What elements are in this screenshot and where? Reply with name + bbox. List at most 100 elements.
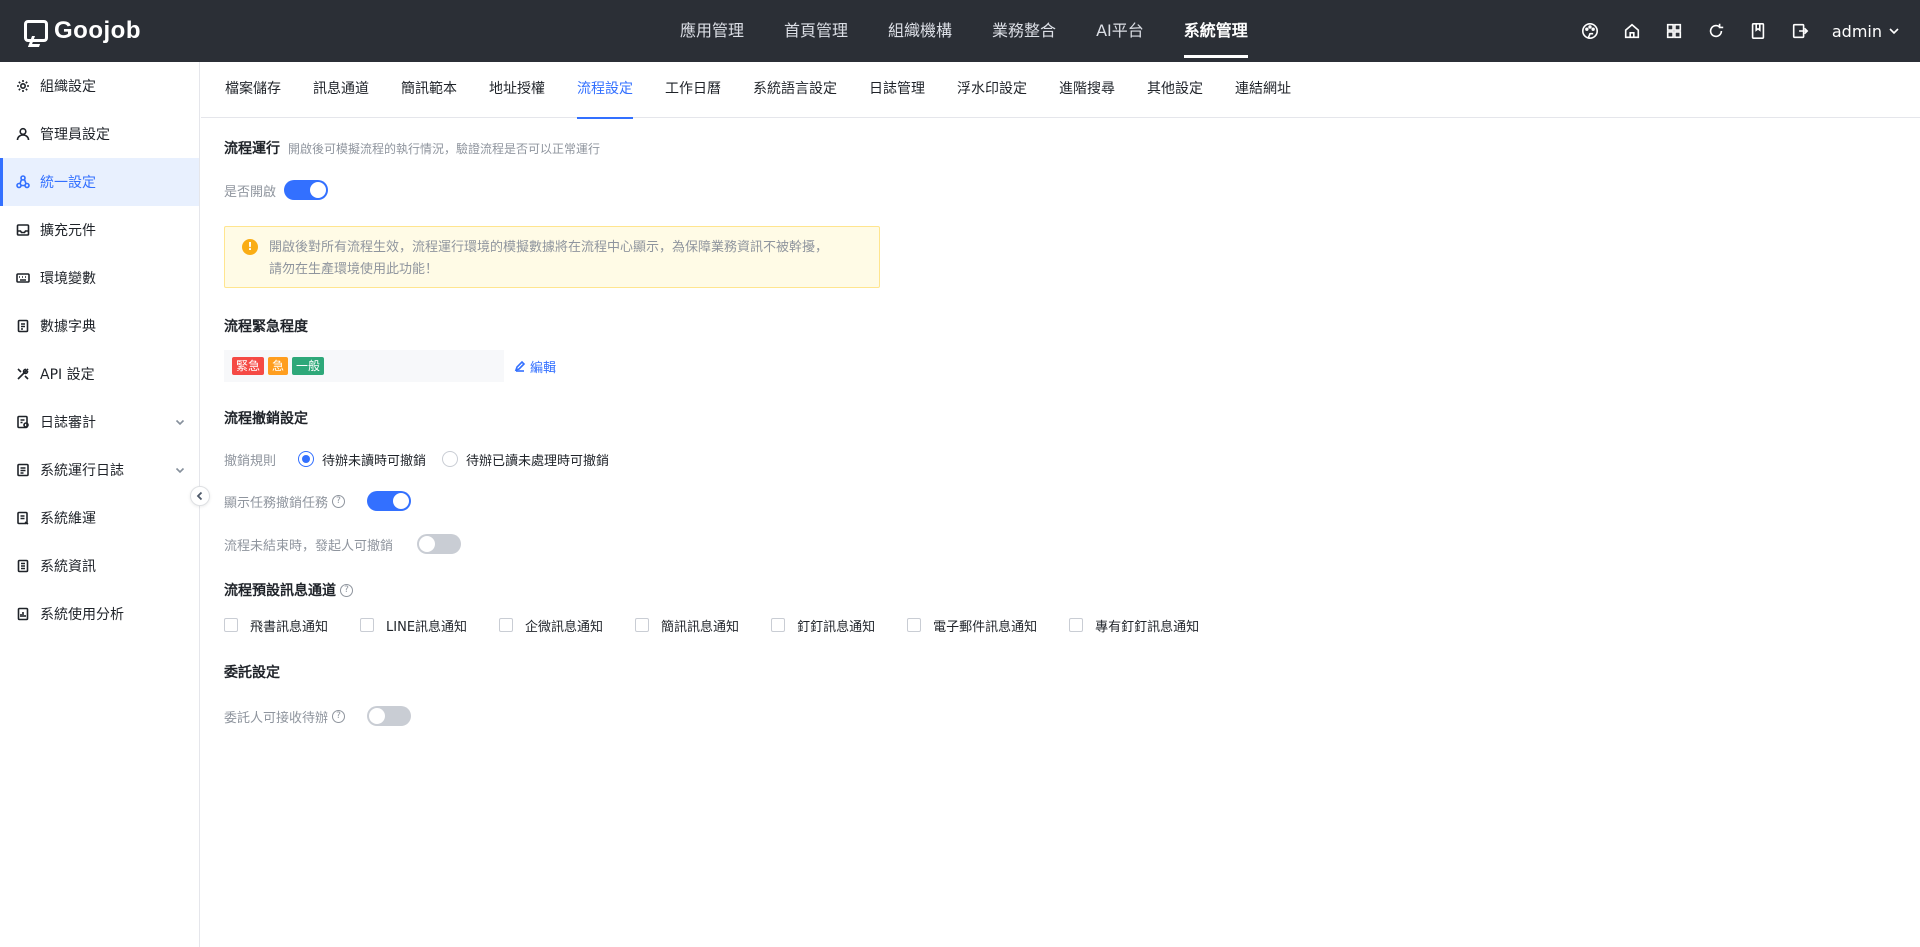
tab-sms-template[interactable]: 簡訊範本 bbox=[401, 62, 457, 118]
sidebar-item-system-runtime-log[interactable]: 系統運行日誌 bbox=[0, 446, 199, 494]
topnav-item-app-management[interactable]: 應用管理 bbox=[660, 0, 764, 62]
channel-dedicated-dingtalk[interactable]: 專有釘釘訊息通知 bbox=[1069, 616, 1199, 635]
section-title: 流程運行 bbox=[224, 141, 280, 157]
log-icon bbox=[16, 463, 30, 477]
tab-work-calendar[interactable]: 工作日曆 bbox=[665, 62, 721, 118]
sidebar-collapse-button[interactable] bbox=[190, 486, 210, 506]
initiator-revoke-row: 流程未結束時，發起人可撤銷 bbox=[224, 534, 462, 554]
grid-icon[interactable] bbox=[1664, 21, 1684, 41]
checkbox[interactable] bbox=[224, 618, 238, 632]
sidebar-item-system-maintenance[interactable]: 系統維運 bbox=[0, 494, 199, 542]
checkbox[interactable] bbox=[771, 618, 786, 632]
channel-line[interactable]: LINE訊息通知 bbox=[360, 616, 467, 635]
urgency-tag-urgent: 緊急 bbox=[232, 357, 265, 375]
tab-message-channel[interactable]: 訊息通道 bbox=[313, 62, 369, 118]
sidebar-item-label: 擴充元件 bbox=[40, 223, 96, 239]
home-icon[interactable] bbox=[1622, 21, 1642, 41]
tab-advanced-search[interactable]: 進階搜尋 bbox=[1059, 62, 1115, 118]
tab-file-storage[interactable]: 檔案儲存 bbox=[225, 62, 281, 118]
sidebar-item-environment-variables[interactable]: 環境變數 bbox=[0, 254, 199, 302]
tab-workflow-settings[interactable]: 流程設定 bbox=[577, 62, 633, 119]
show-task-label: 顯示任務撤銷任務 bbox=[224, 495, 329, 511]
document-icon bbox=[16, 319, 30, 333]
sidebar-item-label: 環境變數 bbox=[40, 271, 96, 287]
channels-title: 流程預設訊息通道 bbox=[224, 583, 336, 599]
delegate-receive-toggle[interactable] bbox=[367, 706, 412, 726]
chevron-left-icon bbox=[196, 491, 203, 501]
initiator-revoke-toggle[interactable] bbox=[417, 534, 462, 554]
revoke-option-read-unprocessed[interactable]: 待辦已讀未處理時可撤銷 bbox=[442, 450, 609, 469]
sidebar-item-label: 系統使用分析 bbox=[40, 607, 124, 623]
show-revoke-task-toggle[interactable] bbox=[367, 491, 412, 511]
checkbox[interactable] bbox=[1069, 618, 1084, 632]
topnav-item-system-management[interactable]: 系統管理 bbox=[1164, 0, 1268, 62]
edit-icon bbox=[514, 360, 526, 372]
sidebar-item-data-dictionary[interactable]: 數據字典 bbox=[0, 302, 199, 350]
channel-wecom[interactable]: 企微訊息通知 bbox=[499, 616, 603, 635]
channel-dingtalk[interactable]: 釘釘訊息通知 bbox=[771, 616, 875, 635]
sidebar-item-organization-settings[interactable]: 組織設定 bbox=[0, 62, 199, 110]
channels-heading: 流程預設訊息通道 ? bbox=[224, 580, 353, 600]
audit-icon bbox=[16, 415, 30, 429]
checkbox-label: 飛書訊息通知 bbox=[250, 619, 329, 635]
book-icon[interactable] bbox=[1748, 21, 1768, 41]
tab-log-management[interactable]: 日誌管理 bbox=[869, 62, 925, 118]
sidebar-item-label: API 設定 bbox=[40, 367, 95, 383]
sidebar-item-usage-analysis[interactable]: 系統使用分析 bbox=[0, 590, 199, 638]
warning-text-line-1: 開啟後對所有流程生效，流程運行環境的模擬數據將在流程中心顯示，為保障業務資訊不被… bbox=[269, 240, 829, 255]
revoke-rule-label: 撤銷規則 bbox=[224, 453, 277, 469]
help-icon[interactable]: ? bbox=[340, 583, 353, 597]
topnav-item-business-integration[interactable]: 業務整合 bbox=[972, 0, 1076, 62]
flow-run-toggle[interactable] bbox=[284, 180, 329, 200]
radio-label: 待辦已讀未處理時可撤銷 bbox=[466, 453, 610, 469]
checkbox-label: 釘釘訊息通知 bbox=[797, 619, 876, 635]
checkbox[interactable] bbox=[499, 618, 514, 632]
urgency-edit-button[interactable]: 編輯 bbox=[514, 357, 556, 376]
sidebar-item-api-settings[interactable]: API 設定 bbox=[0, 350, 199, 398]
tab-language-settings[interactable]: 系統語言設定 bbox=[753, 62, 837, 118]
sidebar-item-admin-settings[interactable]: 管理員設定 bbox=[0, 110, 199, 158]
chevron-down-icon[interactable] bbox=[175, 415, 185, 426]
checkbox[interactable] bbox=[360, 618, 375, 632]
channel-email[interactable]: 電子郵件訊息通知 bbox=[907, 616, 1037, 635]
radio-checked[interactable] bbox=[298, 451, 315, 467]
sidebar-item-label: 管理員設定 bbox=[40, 127, 110, 143]
checkbox-label: 專有釘釘訊息通知 bbox=[1095, 619, 1200, 635]
topnav-item-homepage-management[interactable]: 首頁管理 bbox=[764, 0, 868, 62]
checkbox[interactable] bbox=[635, 618, 650, 632]
revoke-title: 流程撤銷設定 bbox=[224, 411, 308, 427]
tab-other-settings[interactable]: 其他設定 bbox=[1147, 62, 1203, 118]
sidebar-item-log-audit[interactable]: 日誌審計 bbox=[0, 398, 199, 446]
delegate-receive-label: 委託人可接收待辦 bbox=[224, 710, 329, 726]
revoke-option-unread[interactable]: 待辦未讀時可撤銷 bbox=[298, 450, 426, 469]
checkbox[interactable] bbox=[907, 618, 922, 632]
tab-address-authorization[interactable]: 地址授權 bbox=[489, 62, 545, 118]
tab-link-urls[interactable]: 連結網址 bbox=[1235, 62, 1291, 118]
logo[interactable]: Goojob bbox=[24, 16, 141, 46]
urgency-row: 緊急 急 一般 編輯 bbox=[224, 350, 556, 382]
refresh-icon[interactable] bbox=[1706, 21, 1726, 41]
urgency-tags: 緊急 急 一般 bbox=[224, 350, 504, 382]
export-icon[interactable] bbox=[1790, 21, 1810, 41]
chevron-down-icon[interactable] bbox=[175, 463, 185, 474]
radio-unchecked[interactable] bbox=[442, 451, 459, 467]
topnav-item-ai-platform[interactable]: AI平台 bbox=[1076, 0, 1164, 62]
palette-icon[interactable] bbox=[1580, 21, 1600, 41]
help-icon[interactable]: ? bbox=[332, 494, 346, 508]
topnav-item-organization[interactable]: 組織機構 bbox=[868, 0, 972, 62]
user-menu[interactable]: admin bbox=[1832, 22, 1900, 41]
channel-feishu[interactable]: 飛書訊息通知 bbox=[224, 616, 328, 635]
channel-sms[interactable]: 簡訊訊息通知 bbox=[635, 616, 739, 635]
tools-icon bbox=[16, 367, 30, 381]
tab-watermark-settings[interactable]: 浮水印設定 bbox=[957, 62, 1027, 118]
checkbox-label: 電子郵件訊息通知 bbox=[933, 619, 1038, 635]
info-doc-icon bbox=[16, 559, 30, 573]
keyboard-icon bbox=[16, 271, 30, 285]
sidebar-item-unified-settings[interactable]: 統一設定 bbox=[0, 158, 199, 206]
sidebar-item-system-info[interactable]: 系統資訊 bbox=[0, 542, 199, 590]
cluster-icon bbox=[16, 175, 30, 189]
help-icon[interactable]: ? bbox=[332, 709, 346, 723]
sidebar-item-extensions[interactable]: 擴充元件 bbox=[0, 206, 199, 254]
chevron-down-icon bbox=[1889, 28, 1899, 35]
user-icon bbox=[16, 127, 30, 141]
